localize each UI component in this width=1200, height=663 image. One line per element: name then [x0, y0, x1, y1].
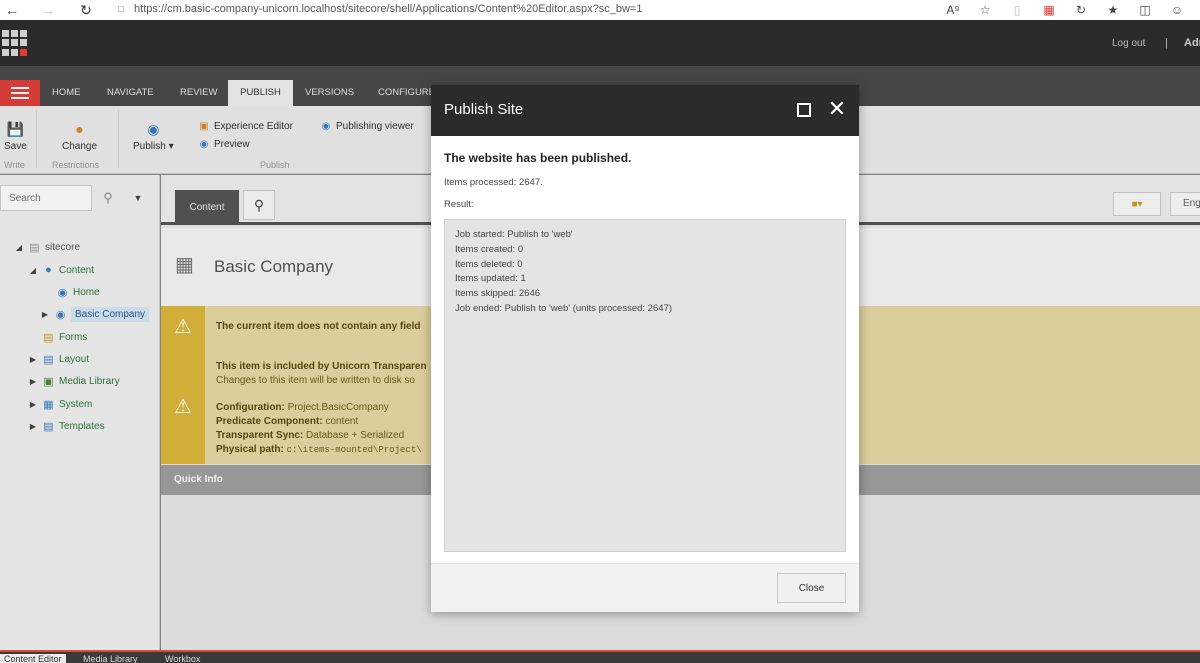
bottom-tab-media-library[interactable]: Media Library: [83, 654, 138, 663]
log-line: Items updated: 1: [455, 273, 526, 285]
sitecore-header: Log out | Adn: [0, 20, 1200, 66]
browser-actions: A⁹ ☆ ▯ ▦ ↻ ★ ◫ ☺: [944, 0, 1200, 20]
refresh-extension-icon[interactable]: ↻: [1072, 2, 1090, 18]
dialog-footer: Close: [431, 563, 859, 612]
profile-icon[interactable]: ☺: [1168, 2, 1186, 18]
user-name[interactable]: Adn: [1184, 37, 1200, 49]
collections-icon[interactable]: ◫: [1136, 2, 1154, 18]
close-icon[interactable]: ✕: [827, 97, 847, 121]
address-bar[interactable]: □ https://cm.basic-company-unicorn.local…: [118, 0, 642, 18]
page-icon: □: [118, 3, 125, 15]
forward-icon[interactable]: →: [38, 0, 58, 20]
result-log[interactable]: Job started: Publish to 'web' Items crea…: [444, 219, 846, 552]
refresh-icon[interactable]: ↻: [76, 0, 96, 20]
log-line: Job started: Publish to 'web': [455, 229, 573, 240]
close-button[interactable]: Close: [777, 573, 846, 603]
maximize-icon[interactable]: [797, 103, 811, 117]
logout-link[interactable]: Log out: [1112, 38, 1145, 49]
dialog-title: Publish Site: [444, 101, 524, 118]
items-processed-text: Items processed: 2647.: [444, 177, 543, 188]
log-line: Items created: 0: [455, 243, 524, 255]
log-line: Job ended: Publish to 'web' (units proce…: [455, 302, 672, 314]
favorite-star-icon[interactable]: ☆: [976, 2, 994, 18]
read-aloud-icon[interactable]: A⁹: [944, 2, 962, 18]
log-line: Items deleted: 0: [455, 258, 523, 270]
dialog-header: Publish Site ✕: [431, 85, 859, 136]
address-url: https://cm.basic-company-unicorn.localho…: [134, 3, 643, 15]
bottom-tab-workbox[interactable]: Workbox: [165, 654, 200, 663]
extension-badge-icon[interactable]: ▦: [1040, 2, 1058, 18]
bottom-app-bar: Content Editor Media Library Workbox: [0, 650, 1200, 663]
launchpad-icon[interactable]: [2, 30, 28, 56]
result-label: Result:: [444, 199, 474, 210]
log-line: Items skipped: 2646: [455, 288, 541, 300]
publish-success-message: The website has been published.: [444, 151, 632, 165]
back-icon[interactable]: ←: [2, 0, 22, 20]
bottom-tab-content-editor[interactable]: Content Editor: [0, 654, 66, 663]
browser-toolbar: ← → ↻ □ https://cm.basic-company-unicorn…: [0, 0, 1200, 20]
publish-site-dialog: Publish Site ✕ The website has been publ…: [431, 85, 859, 612]
favorites-icon[interactable]: ★: [1104, 2, 1122, 18]
header-separator: |: [1165, 37, 1168, 49]
split-screen-icon[interactable]: ▯: [1008, 2, 1026, 18]
